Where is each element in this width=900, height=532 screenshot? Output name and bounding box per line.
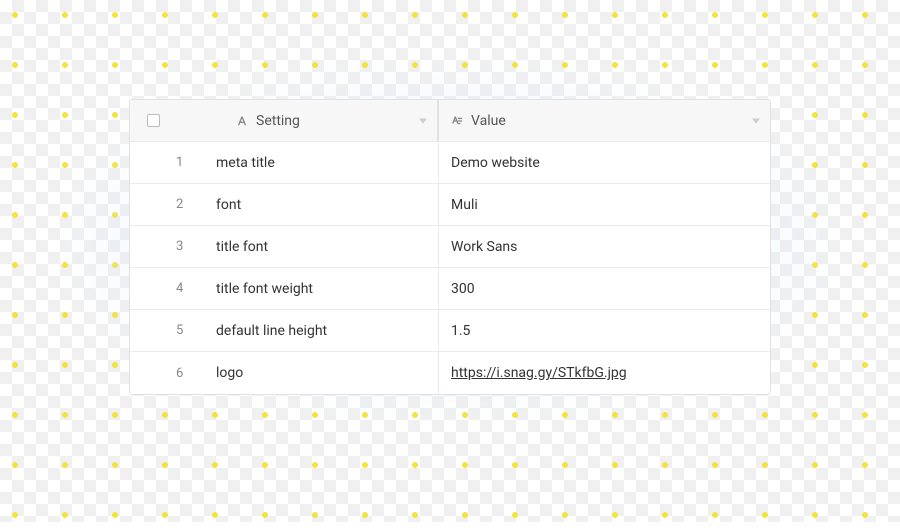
cell-setting[interactable]: font [208,184,438,225]
setting-text: default line height [216,323,327,339]
row-check-cell [130,268,176,309]
settings-table: Setting Value 1 meta title Demo website 2 fo… [129,99,771,395]
value-text: Demo website [451,155,540,171]
row-number: 2 [176,184,208,225]
table-row[interactable]: 1 meta title Demo website [130,142,770,184]
row-number: 5 [176,310,208,351]
column-header-setting-label: Setting [256,113,300,129]
value-text: Work Sans [451,239,517,255]
cell-setting[interactable]: title font [208,226,438,267]
value-text[interactable]: https://i.snag.gy/STkfbG.jpg [451,365,627,381]
row-number: 1 [176,142,208,183]
text-type-icon [236,115,248,127]
select-all-cell [130,100,176,141]
table-row[interactable]: 5 default line height 1.5 [130,310,770,352]
cell-value[interactable]: https://i.snag.gy/STkfbG.jpg [438,352,770,394]
value-text: 300 [451,281,475,297]
table-row[interactable]: 3 title font Work Sans [130,226,770,268]
row-check-cell [130,352,176,394]
cell-value[interactable]: 1.5 [438,310,770,351]
chevron-down-icon[interactable] [419,118,427,123]
row-number: 6 [176,352,208,394]
row-check-cell [130,226,176,267]
table-header: Setting Value [130,100,770,142]
row-check-cell [130,142,176,183]
value-text: 1.5 [451,323,470,339]
setting-text: meta title [216,155,275,171]
setting-text: font [216,197,241,213]
longtext-type-icon [451,115,463,127]
cell-setting[interactable]: default line height [208,310,438,351]
setting-text: logo [216,365,243,381]
table-row[interactable]: 2 font Muli [130,184,770,226]
cell-value[interactable]: Work Sans [438,226,770,267]
cell-value[interactable]: Demo website [438,142,770,183]
cell-setting[interactable]: meta title [208,142,438,183]
row-number-header [176,100,208,141]
setting-text: title font weight [216,281,313,297]
column-header-setting[interactable]: Setting [208,100,438,141]
chevron-down-icon[interactable] [752,118,760,123]
row-check-cell [130,184,176,225]
select-all-checkbox[interactable] [147,114,160,127]
cell-value[interactable]: Muli [438,184,770,225]
setting-text: title font [216,239,268,255]
table-row[interactable]: 6 logo https://i.snag.gy/STkfbG.jpg [130,352,770,394]
column-header-value-label: Value [471,113,506,129]
value-text: Muli [451,197,478,213]
cell-setting[interactable]: logo [208,352,438,394]
column-header-value[interactable]: Value [438,100,770,141]
cell-value[interactable]: 300 [438,268,770,309]
row-check-cell [130,310,176,351]
table-row[interactable]: 4 title font weight 300 [130,268,770,310]
row-number: 3 [176,226,208,267]
cell-setting[interactable]: title font weight [208,268,438,309]
row-number: 4 [176,268,208,309]
